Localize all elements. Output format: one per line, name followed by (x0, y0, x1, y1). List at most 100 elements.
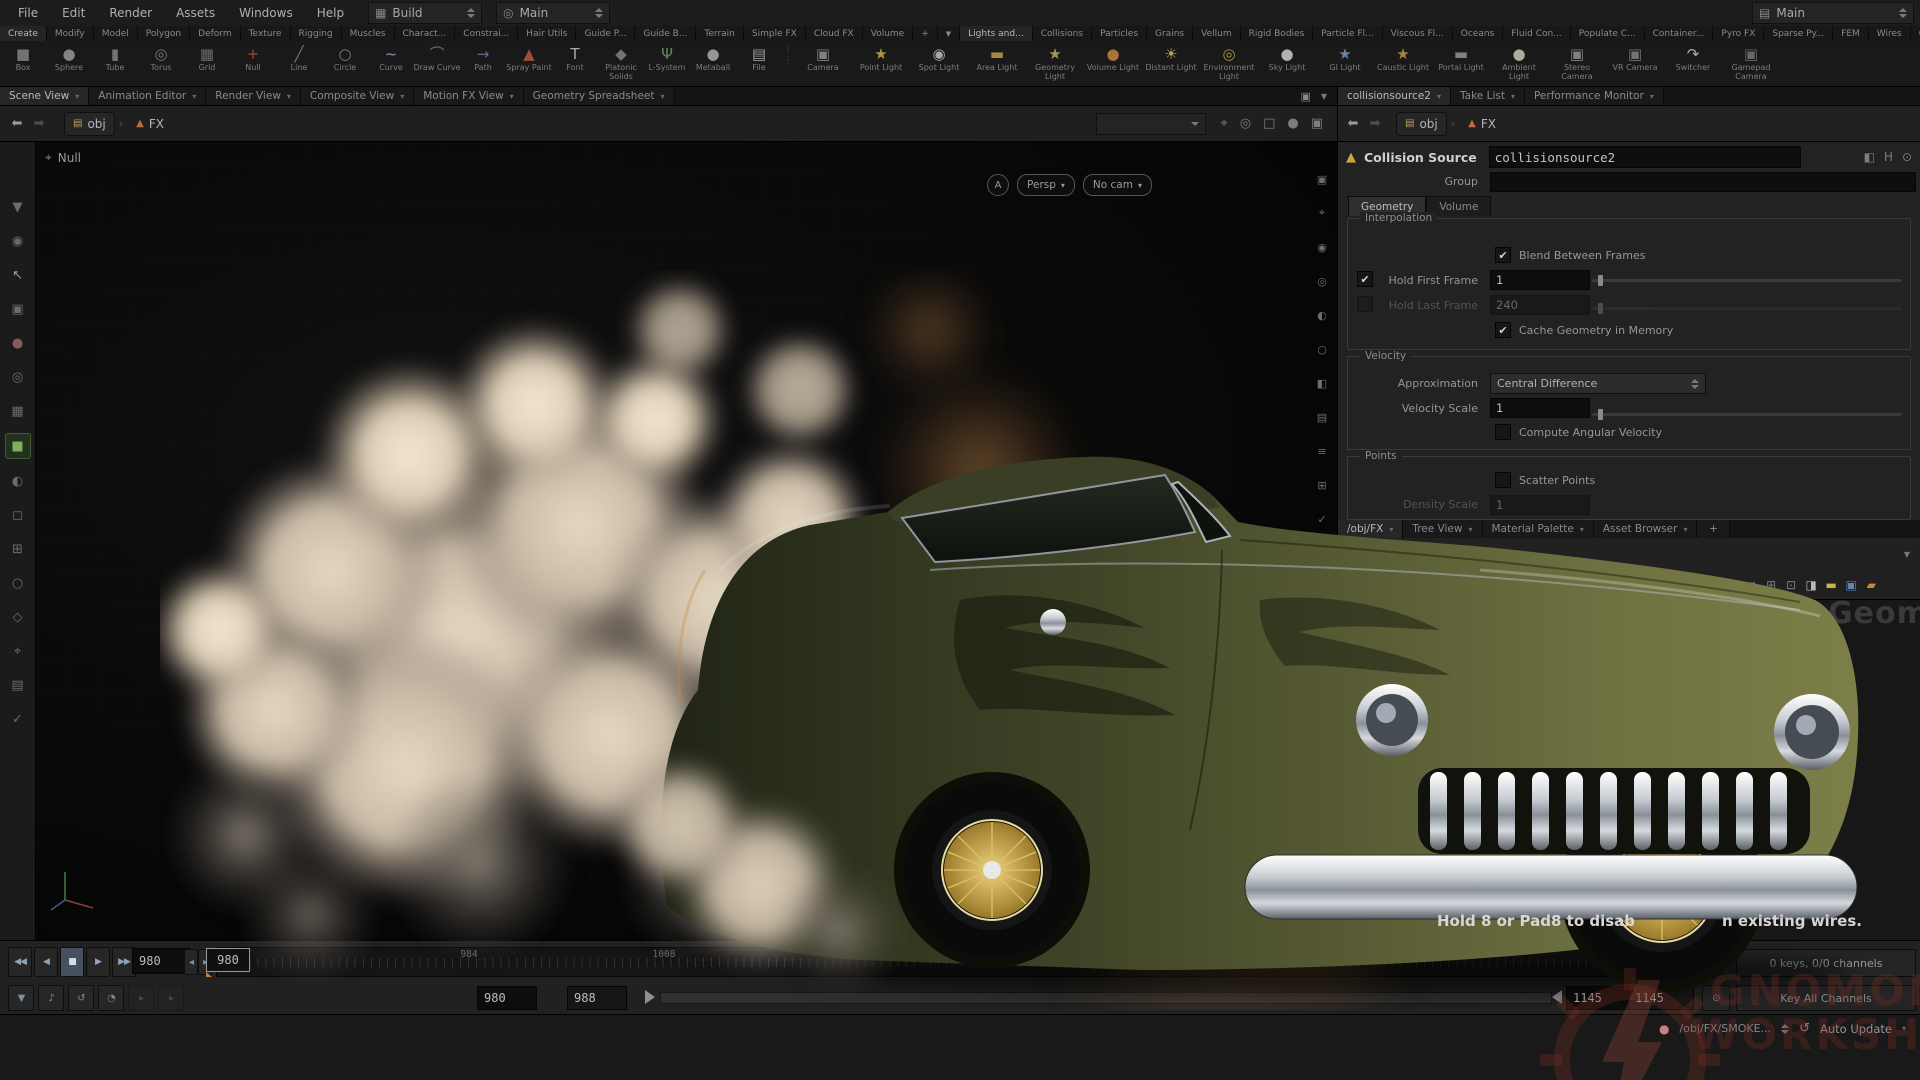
compute-angular-checkbox[interactable]: ✔ (1495, 424, 1511, 440)
shelf-tab[interactable]: Collisions (1033, 26, 1092, 41)
view-type-pill[interactable]: Persp▾ (1017, 174, 1075, 196)
menu-item[interactable]: Assets (164, 6, 227, 20)
shelf-tool[interactable]: ★ Caustic Light (1374, 41, 1432, 81)
network-toolbar-icon[interactable]: ▣ (1841, 578, 1861, 592)
shelf-tool[interactable]: + Null (230, 41, 276, 81)
radial-menu-selector[interactable]: ◎ Main (496, 2, 610, 24)
toolbar-icon[interactable]: ◇ (6, 605, 30, 629)
shelf-tool[interactable]: ● Volume Light (1084, 41, 1142, 81)
shelf-tab[interactable]: Particles (1092, 26, 1147, 41)
shelf-tool[interactable]: ● Ambient Light (1490, 41, 1548, 81)
pathbar-icon[interactable]: ▣ (1311, 116, 1323, 131)
shelf-tab[interactable]: Modify (47, 26, 94, 41)
menu-item[interactable]: Edit (50, 6, 97, 20)
toolbar-icon[interactable]: ▤ (6, 673, 30, 697)
transport-button[interactable]: ▶ (86, 947, 110, 977)
pane-menu-icon[interactable]: ▼ (1321, 92, 1327, 101)
shelf-tab[interactable]: Muscles (342, 26, 395, 41)
shelf-tab[interactable]: Rigging (291, 26, 342, 41)
breadcrumb-root[interactable]: ▤ obj (1396, 112, 1447, 136)
network-menu-item[interactable]: View (1514, 578, 1555, 592)
new-pane-tab-button[interactable]: + (1697, 520, 1730, 538)
network-toolbar-icon[interactable]: ▰ (1861, 578, 1881, 592)
camera-select-pill[interactable]: No cam▾ (1083, 174, 1152, 196)
scene-viewport[interactable]: ⌖ Null A Persp▾ No cam▾ ▣⌖◉◎◐○◧▤≡⊞✓↗ (37, 142, 1337, 940)
display-option-icon[interactable]: ○ (1312, 339, 1332, 359)
toolbar-icon[interactable]: ◉ (6, 229, 30, 253)
param-header-icon[interactable]: ◧ (1864, 150, 1875, 164)
network-node[interactable] (1593, 607, 1641, 624)
velocity-scale-field[interactable]: 1 (1490, 398, 1590, 418)
shelf-tool[interactable]: ↷ Switcher (1664, 41, 1722, 81)
display-option-icon[interactable]: ◧ (1312, 373, 1332, 393)
recook-icon[interactable]: ↺ (1799, 1021, 1810, 1036)
velocity-scale-slider[interactable] (1592, 413, 1902, 416)
shelf-tab[interactable]: Crowds (1911, 26, 1920, 41)
blend-between-frames-checkbox[interactable]: ✔ (1495, 247, 1511, 263)
pathbar-icon[interactable]: ⌖ (1220, 116, 1227, 131)
playbar-option-icon[interactable]: ↺ (68, 985, 94, 1011)
cook-path-label[interactable]: /obj/FX/SMOKE... (1680, 1022, 1772, 1035)
pane-tab[interactable]: Geometry Spreadsheet▾ (524, 87, 675, 105)
selection-mode-combo[interactable] (1096, 113, 1206, 135)
forward-icon[interactable]: ➡ (1364, 114, 1386, 134)
toolbar-icon[interactable]: ● (6, 331, 30, 355)
display-option-icon[interactable]: ◎ (1312, 271, 1332, 291)
density-scale-field[interactable]: 1 (1490, 495, 1590, 515)
shelf-tool[interactable]: ▬ Area Light (968, 41, 1026, 81)
display-option-icon[interactable]: ▣ (1312, 169, 1332, 189)
forward-icon[interactable]: ➡ (1364, 544, 1386, 564)
shelf-tool[interactable]: ★ GI Light (1316, 41, 1374, 81)
playback-range-bar[interactable] (660, 992, 1552, 1004)
shelf-tool[interactable]: ○ Circle (322, 41, 368, 81)
playback-range-start-field[interactable]: 988 (567, 986, 627, 1010)
shelf-tool[interactable]: ■ Box (0, 41, 46, 81)
shelf-tab[interactable]: Polygon (138, 26, 190, 41)
network-menu-item[interactable]: Edit (1448, 578, 1484, 592)
pathbar-icon[interactable]: □ (1263, 116, 1275, 131)
node-name-field[interactable]: collisionsource2 (1489, 146, 1801, 168)
cache-geometry-checkbox[interactable]: ✔ (1495, 322, 1511, 338)
shelf-tab[interactable]: Fluid Con... (1503, 26, 1571, 41)
pane-tab[interactable]: Tree View▾ (1403, 520, 1482, 538)
shelf-tab[interactable]: Constrai... (455, 26, 518, 41)
frame-step-back-button[interactable]: ◂ (184, 949, 198, 975)
network-canvas[interactable]: Geometry blast5 attribdelete1 (1338, 600, 1920, 940)
toolbar-icon[interactable]: ✓ (6, 707, 30, 731)
hold-first-frame-slider[interactable] (1592, 279, 1902, 282)
shelf-tab[interactable]: Simple FX (744, 26, 806, 41)
display-option-icon[interactable]: ✓ (1312, 509, 1332, 529)
pane-tab[interactable]: Asset Browser▾ (1594, 520, 1698, 538)
key-all-channels-button[interactable]: Key All Channels (1736, 985, 1916, 1011)
shelf-tab[interactable]: Particle Fl... (1313, 26, 1382, 41)
toolbar-icon[interactable]: ⊞ (6, 537, 30, 561)
shelf-tab[interactable]: FEM (1833, 26, 1869, 41)
hold-last-frame-slider[interactable] (1592, 307, 1902, 310)
range-slider-right-handle[interactable] (1552, 990, 1562, 1004)
param-header-icon[interactable]: H (1884, 150, 1893, 164)
pane-tab[interactable]: /obj/FX▾ (1338, 520, 1403, 538)
shelf-tool[interactable]: ☀ Distant Light (1142, 41, 1200, 81)
transport-button[interactable]: ◀◀ (8, 947, 32, 977)
network-toolbar-icon[interactable]: ◨ (1801, 578, 1821, 592)
shelf-tab[interactable]: Wires (1869, 26, 1911, 41)
shelf-tool[interactable]: ★ Point Light (852, 41, 910, 81)
toolbar-icon[interactable]: ▼ (6, 195, 30, 219)
breadcrumb-root[interactable]: ▤ obj (1396, 543, 1447, 565)
pane-tab[interactable]: Render View▾ (206, 87, 301, 105)
playback-range-end-field[interactable]: 1145 (1566, 986, 1632, 1010)
toolbar-icon[interactable]: ○ (6, 571, 30, 595)
network-menu-item[interactable]: Tools (1556, 578, 1598, 592)
shelf-tab[interactable]: Container... (1645, 26, 1714, 41)
shelf-tab[interactable]: Guide B... (635, 26, 696, 41)
breadcrumb-current[interactable]: ▲ FX (1459, 542, 1505, 566)
shelf-tool[interactable]: ★ Geometry Light (1026, 41, 1084, 81)
shelf-tool[interactable]: ◎ Torus (138, 41, 184, 81)
menu-item[interactable]: Help (305, 6, 356, 20)
shelf-tool[interactable]: T Font (552, 41, 598, 81)
pane-tab[interactable]: Performance Monitor▾ (1525, 87, 1664, 105)
range-slider-left-handle[interactable] (645, 990, 655, 1004)
update-mode-dropdown[interactable]: Auto Update (1820, 1022, 1892, 1036)
toolbar-icon[interactable]: ▦ (6, 399, 30, 423)
shelf-tab[interactable]: Vellum (1193, 26, 1240, 41)
